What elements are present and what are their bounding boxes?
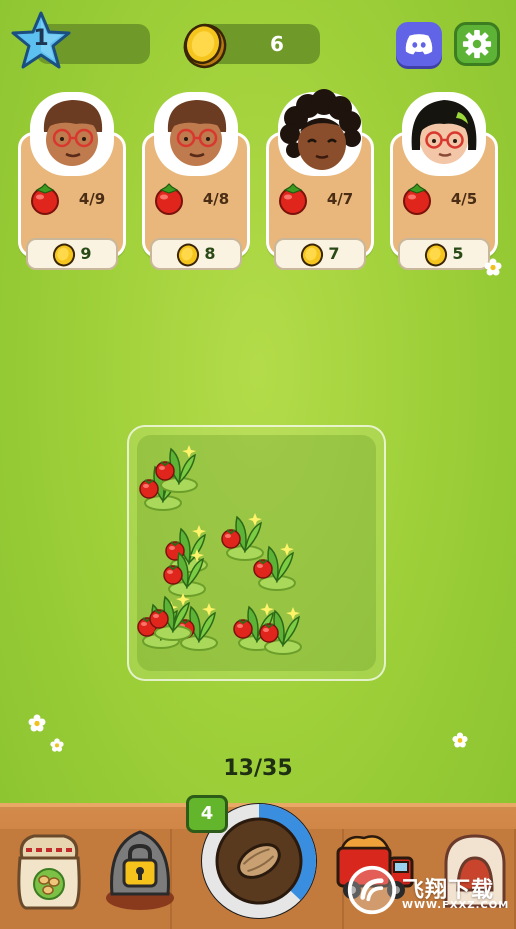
reward-amount: 8 (204, 244, 216, 263)
settings-button[interactable] (454, 22, 500, 66)
seed-bag-icon (17, 834, 81, 910)
watermark-url: WWW.FXXZ.COM (402, 900, 510, 911)
customer-card[interactable]: 4/9 9 (16, 88, 128, 270)
reward-pill: 9 (26, 238, 118, 270)
customer-avatar (26, 88, 118, 180)
order-row: 4/9 (26, 182, 118, 218)
reward-pill: 5 (398, 238, 490, 270)
customer-card[interactable]: 4/5 5 (388, 88, 500, 270)
order-row: 4/5 (398, 182, 490, 218)
watermark-logo: 飞翔下载 WWW.FXXZ.COM (346, 862, 512, 918)
coin-amount: 6 (270, 32, 284, 56)
level-number: 1 (33, 26, 49, 51)
flower-icon (484, 258, 502, 276)
coin-icon (176, 243, 200, 267)
flower-icon (50, 738, 64, 752)
flower-icon (452, 732, 468, 748)
field-plot[interactable] (127, 425, 386, 681)
seed-bag-button[interactable] (12, 828, 86, 912)
order-progress: 4/9 (78, 190, 106, 208)
reward-amount: 5 (452, 244, 464, 263)
order-row: 4/7 (274, 182, 366, 218)
customer-card[interactable]: 4/7 7 (264, 88, 376, 270)
discord-button[interactable] (396, 22, 442, 66)
coin-icon (52, 243, 76, 267)
customer-avatar (274, 88, 366, 180)
tomato-plant[interactable] (253, 601, 307, 657)
customer-avatar (150, 88, 242, 180)
coin-icon (300, 243, 324, 267)
customer-card[interactable]: 4/8 8 (140, 88, 252, 270)
watermark-icon (347, 865, 397, 915)
reward-amount: 7 (328, 244, 340, 263)
customer-orders: 4/9 9 4/8 8 4/7 7 4/5 5 (0, 88, 516, 278)
reward-pill: 8 (150, 238, 242, 270)
tomato-icon (31, 183, 59, 215)
storage-level-badge: 4 (186, 795, 228, 833)
order-progress: 4/8 (202, 190, 230, 208)
locked-slot-button[interactable] (102, 824, 178, 912)
tomato-icon (403, 183, 431, 215)
level-star[interactable]: 1 (10, 10, 72, 72)
order-row: 4/8 (150, 182, 242, 218)
coin-icon (180, 20, 230, 70)
tomato-icon (279, 183, 307, 215)
storage-capacity: 13/35 (223, 756, 293, 781)
padlock-icon (106, 830, 174, 910)
reward-amount: 9 (80, 244, 92, 263)
coin-icon (424, 243, 448, 267)
tomato-icon (155, 183, 183, 215)
discord-icon (405, 34, 433, 55)
top-hud: 1 6 (0, 0, 516, 80)
customer-avatar (398, 88, 490, 180)
gear-icon (462, 29, 492, 59)
reward-pill: 7 (274, 238, 366, 270)
tomato-plant[interactable] (143, 587, 197, 643)
tomato-plant[interactable] (247, 537, 301, 593)
flower-icon (28, 714, 46, 732)
tomato-plant[interactable] (149, 439, 203, 495)
order-progress: 4/5 (450, 190, 478, 208)
order-progress: 4/7 (326, 190, 354, 208)
